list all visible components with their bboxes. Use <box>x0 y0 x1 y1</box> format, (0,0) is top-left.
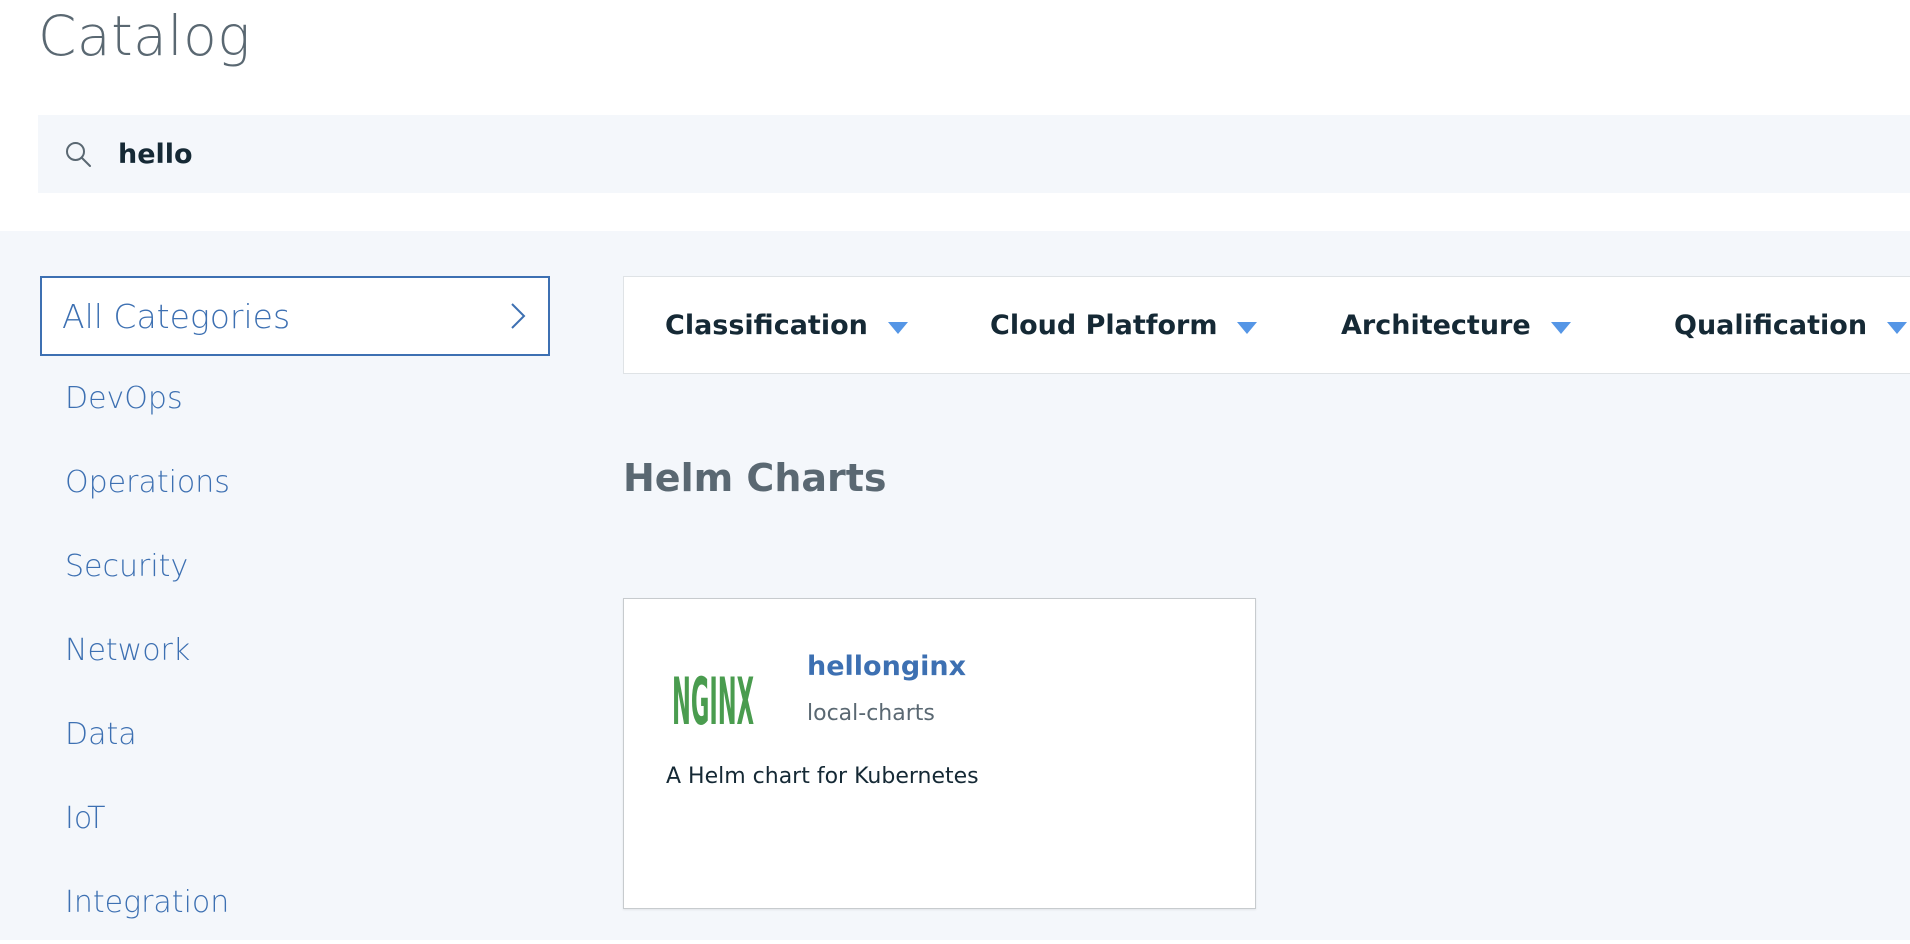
search-icon <box>64 140 92 168</box>
search-bar[interactable] <box>38 115 1910 193</box>
filter-bar: Classification Cloud Platform Architectu… <box>623 276 1910 374</box>
chart-description: A Helm chart for Kubernetes <box>666 764 979 789</box>
category-list: DevOps Operations Security Network Data … <box>40 356 550 944</box>
filter-label: Cloud Platform <box>990 309 1218 341</box>
catalog-body: All Categories DevOps Operations Securit… <box>0 231 1910 940</box>
page-title: Catalog <box>38 4 251 68</box>
sidebar-item-iot[interactable]: IoT <box>40 776 550 860</box>
chart-repo: local-charts <box>807 701 935 726</box>
caret-down-icon <box>1550 319 1571 334</box>
catalog-header: Catalog <box>0 0 1910 231</box>
filter-label: Qualification <box>1674 309 1868 341</box>
caret-down-icon <box>887 319 908 334</box>
search-input[interactable] <box>118 138 1818 170</box>
chart-card[interactable]: NGINX hellonginx local-charts A Helm cha… <box>623 598 1256 909</box>
sidebar-item-network[interactable]: Network <box>40 608 550 692</box>
svg-text:NGINX: NGINX <box>672 665 754 740</box>
caret-down-icon <box>1237 319 1258 334</box>
filter-qualification[interactable]: Qualification <box>1674 276 1908 374</box>
sidebar-item-operations[interactable]: Operations <box>40 440 550 524</box>
filter-cloud-platform[interactable]: Cloud Platform <box>990 276 1258 374</box>
category-sidebar: All Categories DevOps Operations Securit… <box>40 276 550 944</box>
sidebar-item-devops[interactable]: DevOps <box>40 356 550 440</box>
chevron-right-icon <box>506 300 528 332</box>
filter-label: Architecture <box>1341 309 1531 341</box>
caret-down-icon <box>1887 319 1908 334</box>
chart-name-link[interactable]: hellonginx <box>807 651 966 682</box>
sidebar-item-integration[interactable]: Integration <box>40 860 550 944</box>
all-categories-button[interactable]: All Categories <box>40 276 550 356</box>
filter-architecture[interactable]: Architecture <box>1341 276 1571 374</box>
section-title-helm-charts: Helm Charts <box>623 456 887 500</box>
nginx-logo: NGINX <box>672 659 756 741</box>
filter-classification[interactable]: Classification <box>665 276 908 374</box>
all-categories-label: All Categories <box>62 296 291 336</box>
catalog-content: Classification Cloud Platform Architectu… <box>623 276 1910 909</box>
filter-label: Classification <box>665 309 868 341</box>
sidebar-item-data[interactable]: Data <box>40 692 550 776</box>
sidebar-item-security[interactable]: Security <box>40 524 550 608</box>
